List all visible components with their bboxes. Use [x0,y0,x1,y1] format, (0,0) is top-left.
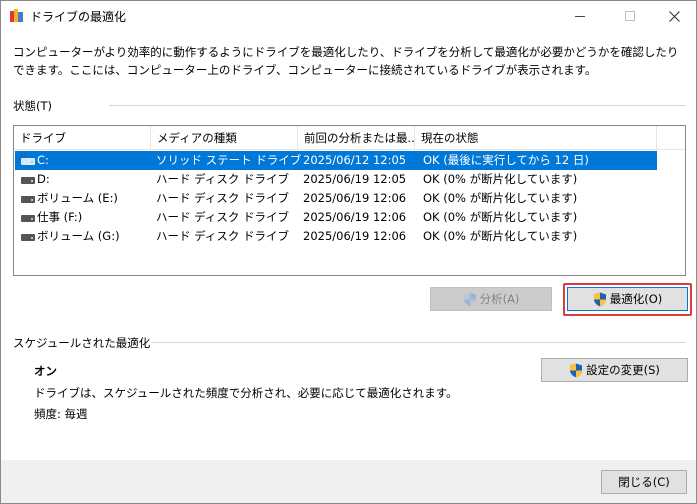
uac-shield-icon [593,292,606,306]
minimize-icon [575,15,585,17]
hard-drive-icon [21,213,35,222]
title-bar[interactable]: ドライブの最適化 [1,1,696,31]
current-status: OK (0% が断片化しています) [423,229,578,243]
close-window-button[interactable] [651,1,697,31]
drive-name: 仕事 (F:) [37,210,83,224]
last-run: 2025/06/19 12:05 [303,172,407,186]
optimize-button-label: 最適化(O) [609,292,663,306]
column-header-drive[interactable]: ドライブ [14,126,151,150]
current-status: OK (0% が断片化しています) [423,191,578,205]
status-section-label: 状態(T) [13,99,52,113]
drive-name: C: [37,153,49,167]
schedule-detail: ドライブは、スケジュールされた頻度で分析され、必要に応じて最適化されます。 [34,386,458,400]
last-run: 2025/06/19 12:06 [303,229,407,243]
media-type: ソリッド ステート ドライブ [156,153,302,167]
description-text: コンピューターがより効率的に動作するようにドライブを最適化したり、ドライブを分析… [13,45,679,77]
status-separator [109,105,686,106]
hard-drive-icon [21,232,35,241]
drive-row-d[interactable]: D: ハード ディスク ドライブ 2025/06/19 12:05 OK (0%… [15,170,657,189]
analyze-button-label: 分析(A) [479,292,520,306]
drive-name: ボリューム (G:) [37,229,120,243]
schedule-separator [151,342,686,343]
drive-row-c[interactable]: C: ソリッド ステート ドライブ 2025/06/12 12:05 OK (最… [15,151,657,170]
analyze-button[interactable]: 分析(A) [430,287,552,311]
last-run: 2025/06/19 12:06 [303,210,407,224]
current-status: OK (0% が断片化しています) [423,210,578,224]
close-icon [668,10,680,22]
optimize-button[interactable]: 最適化(O) [567,287,688,311]
last-run: 2025/06/19 12:06 [303,191,407,205]
change-settings-label: 設定の変更(S) [586,363,660,377]
change-settings-button[interactable]: 設定の変更(S) [541,358,688,382]
media-type: ハード ディスク ドライブ [156,210,290,224]
column-header-media-type[interactable]: メディアの種類 [151,126,298,150]
current-status: OK (最後に実行してから 12 日) [423,153,589,167]
media-type: ハード ディスク ドライブ [156,229,290,243]
drive-list-header: ドライブ メディアの種類 前回の分析または最... 現在の状態 [14,126,685,150]
media-type: ハード ディスク ドライブ [156,172,290,186]
current-status: OK (0% が断片化しています) [423,172,578,186]
minimize-button[interactable] [557,1,603,31]
defrag-app-icon [10,9,24,23]
schedule-section-label: スケジュールされた最適化 [13,336,151,350]
drive-name: ボリューム (E:) [37,191,118,205]
schedule-state: オン [34,364,57,378]
maximize-icon [625,11,635,21]
footer-bar: 閉じる(C) [1,460,696,503]
close-button[interactable]: 閉じる(C) [601,470,687,494]
media-type: ハード ディスク ドライブ [156,191,290,205]
drive-row-e[interactable]: ボリューム (E:) ハード ディスク ドライブ 2025/06/19 12:0… [15,189,657,208]
drive-list[interactable]: ドライブ メディアの種類 前回の分析または最... 現在の状態 C: ソリッド … [13,125,686,276]
schedule-frequency: 頻度: 毎週 [34,407,88,421]
hard-drive-icon [21,175,35,184]
uac-shield-icon [570,363,583,377]
hard-drive-icon [21,194,35,203]
close-button-label: 閉じる(C) [618,475,670,489]
optimize-drives-window: ドライブの最適化 コンピューターがより効率的に動作するようにドライブを最適化した… [0,0,697,504]
window-title: ドライブの最適化 [30,10,127,24]
drive-row-g[interactable]: ボリューム (G:) ハード ディスク ドライブ 2025/06/19 12:0… [15,227,657,246]
drive-row-f[interactable]: 仕事 (F:) ハード ディスク ドライブ 2025/06/19 12:06 O… [15,208,657,227]
uac-shield-icon [463,292,476,306]
maximize-button [607,1,653,31]
last-run: 2025/06/12 12:05 [303,153,407,167]
column-header-current-status[interactable]: 現在の状態 [415,126,657,150]
drive-name: D: [37,172,50,186]
system-drive-icon [21,153,35,165]
column-header-last-run[interactable]: 前回の分析または最... [298,126,415,150]
